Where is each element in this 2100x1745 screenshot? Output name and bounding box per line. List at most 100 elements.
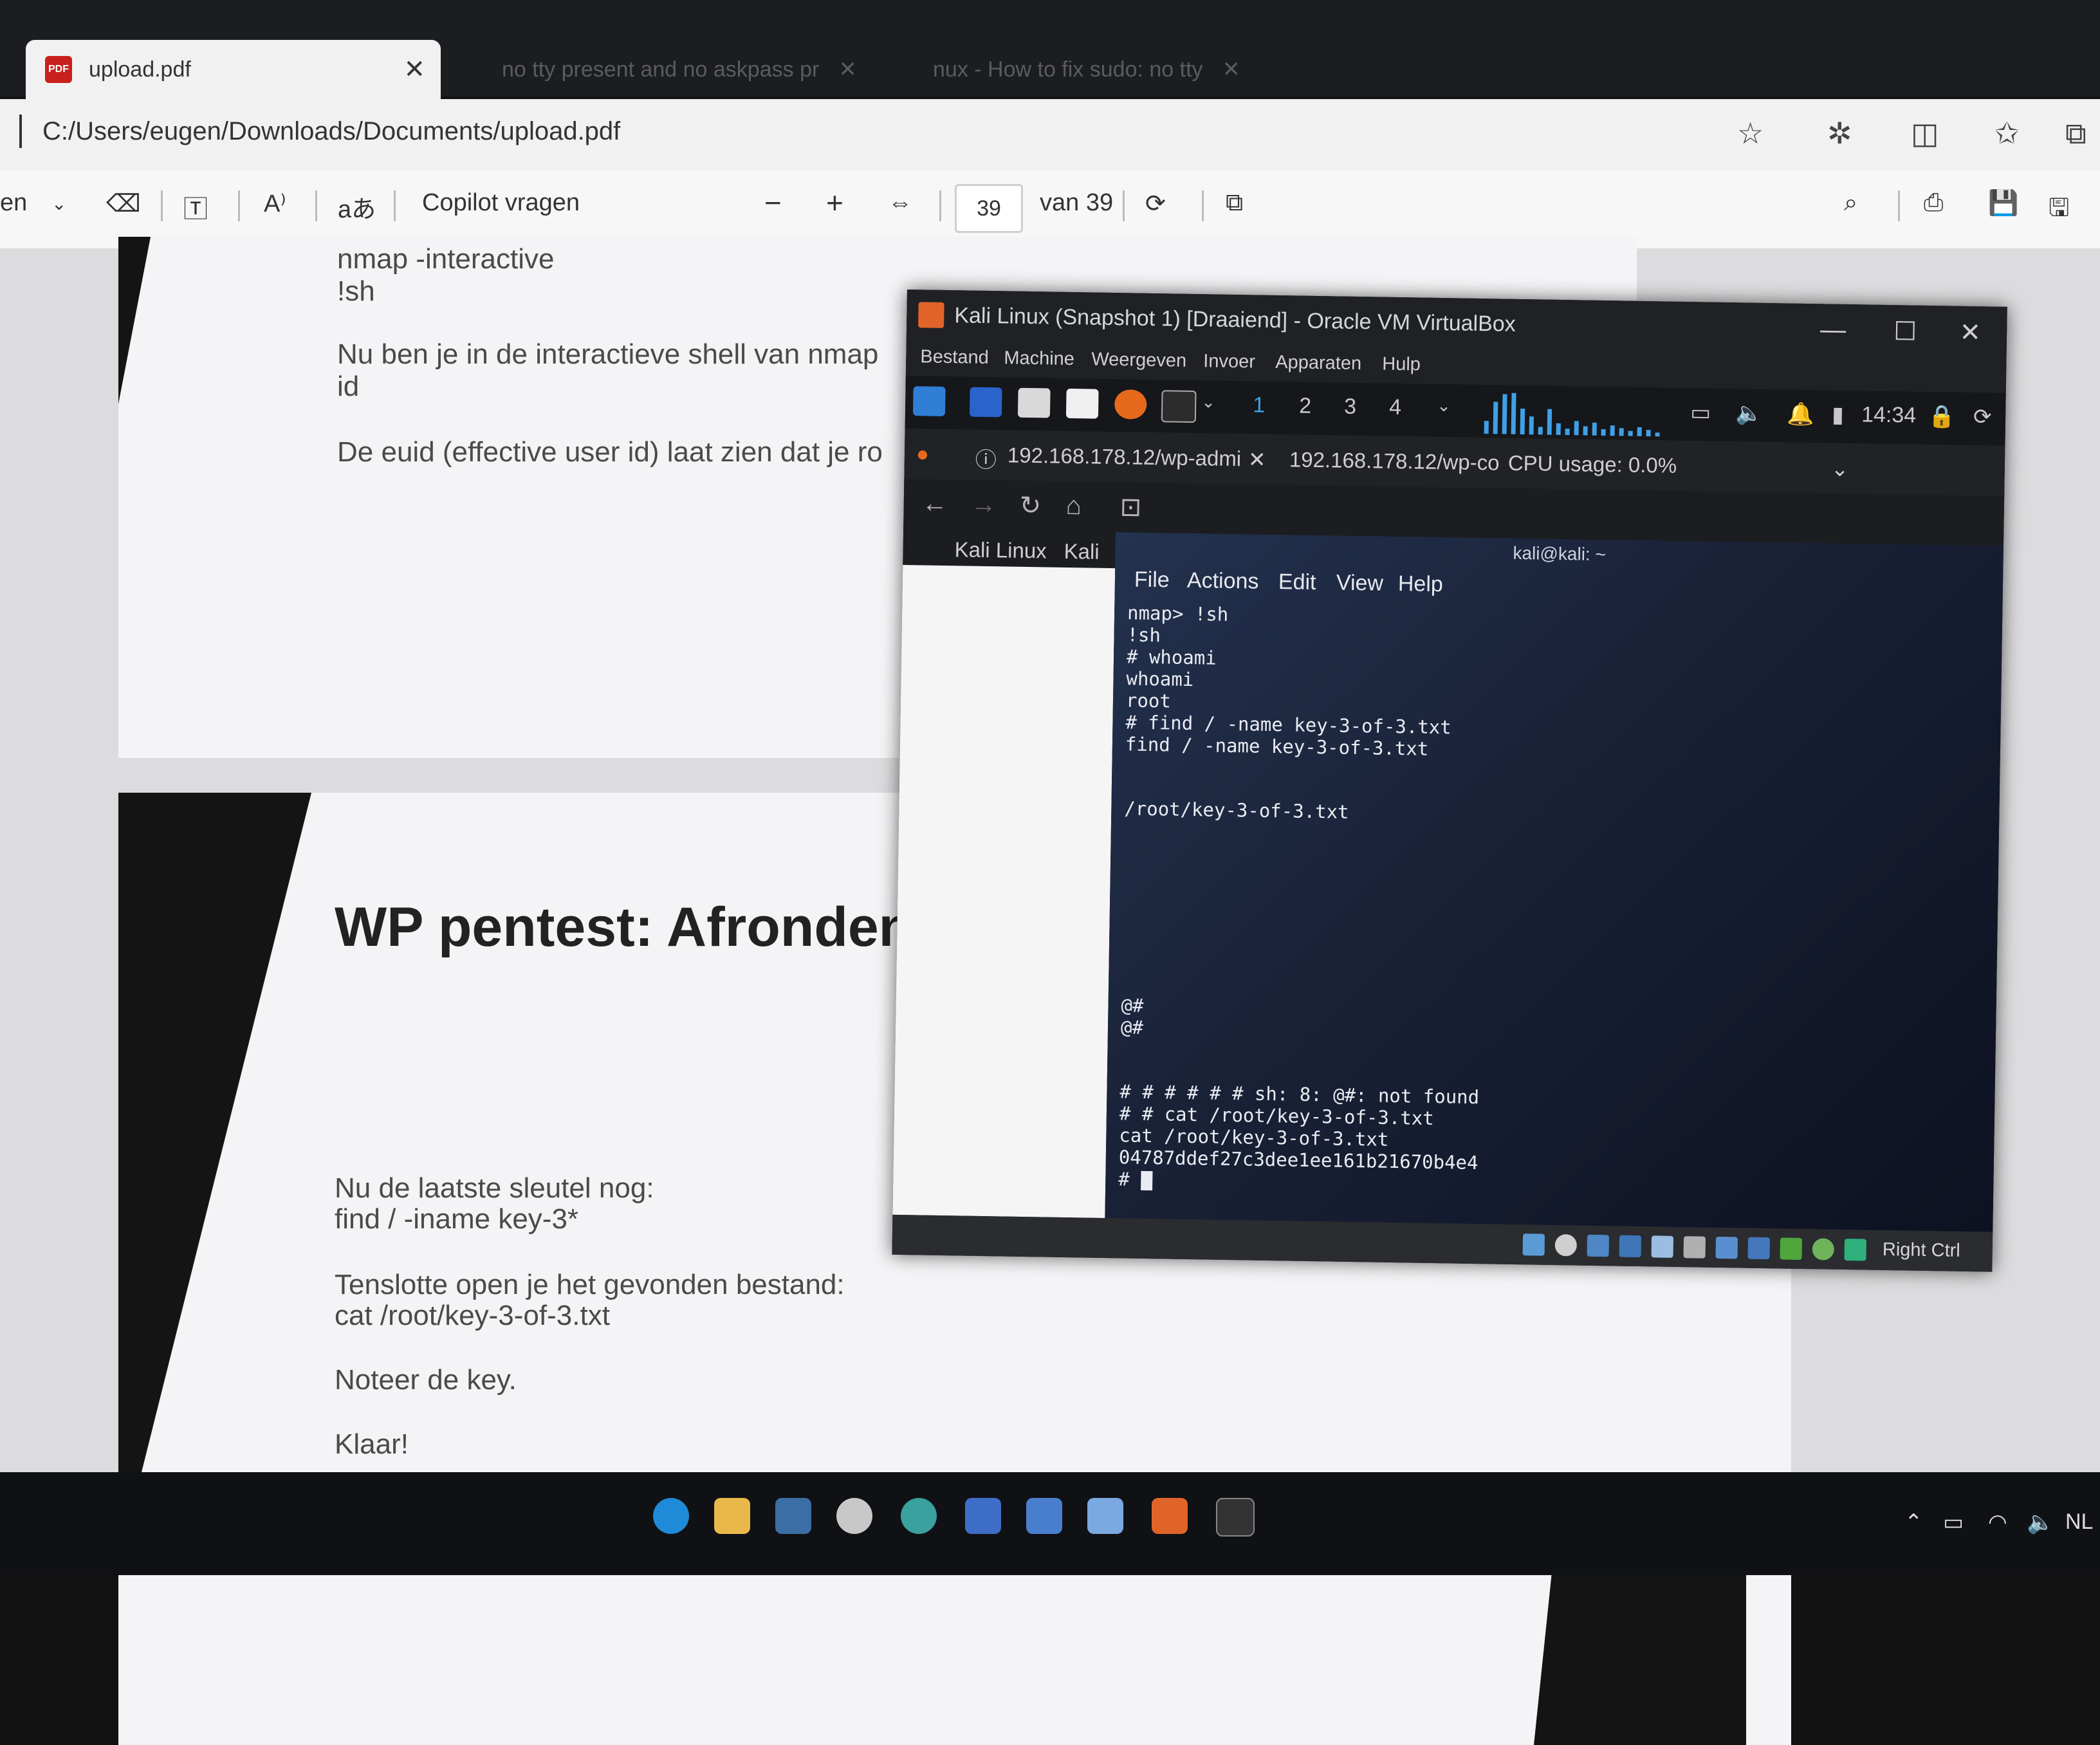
- menu-weergeven[interactable]: Weergeven: [1091, 349, 1186, 372]
- notification-bell-icon[interactable]: 🔔: [1787, 402, 1814, 428]
- chevron-up-icon[interactable]: ⌃: [1904, 1510, 1923, 1535]
- translate-icon[interactable]: aあ: [338, 189, 376, 225]
- app-icon[interactable]: [775, 1498, 811, 1534]
- usb-icon[interactable]: [1651, 1235, 1674, 1258]
- lock-icon[interactable]: 🔒: [1928, 403, 1956, 430]
- split-screen-icon[interactable]: ◫: [1911, 116, 1939, 151]
- terminal-menu-actions[interactable]: Actions: [1187, 568, 1259, 595]
- hard-disk-icon[interactable]: [1522, 1233, 1545, 1256]
- logout-icon[interactable]: ⟳: [1973, 404, 1992, 430]
- terminal-icon[interactable]: [1161, 390, 1197, 423]
- audio-icon[interactable]: [1587, 1234, 1610, 1257]
- reload-icon[interactable]: ↻: [1019, 491, 1041, 521]
- shared-folders-icon[interactable]: [1683, 1236, 1706, 1259]
- save-as-icon[interactable]: 🖫: [2049, 189, 2069, 231]
- collections-icon[interactable]: ⧉: [2065, 116, 2086, 152]
- text-editor-icon[interactable]: [1065, 388, 1099, 419]
- eraser-icon[interactable]: ⌫: [106, 189, 141, 218]
- maximize-icon[interactable]: ☐: [1893, 317, 1917, 347]
- page-number-input[interactable]: 39: [955, 184, 1023, 233]
- optical-drive-icon[interactable]: [1554, 1233, 1578, 1257]
- chevron-down-icon[interactable]: ⌄: [1201, 392, 1215, 412]
- chevron-down-icon[interactable]: ⌄: [51, 193, 66, 214]
- close-icon[interactable]: ✕: [1959, 318, 1981, 348]
- app-icon[interactable]: [836, 1498, 872, 1534]
- extensions-icon[interactable]: ✲: [1827, 116, 1852, 151]
- print-icon[interactable]: ⎙: [1924, 189, 1943, 217]
- tab-no-tty-askpass[interactable]: no tty present and no askpass pr ✕: [502, 40, 857, 99]
- app-icon[interactable]: [1026, 1498, 1062, 1534]
- volume-icon[interactable]: 🔈: [1735, 400, 1763, 427]
- menu-hulp[interactable]: Hulp: [1382, 354, 1421, 376]
- chevron-down-icon[interactable]: ⌄: [1831, 456, 1849, 481]
- minimize-icon[interactable]: —: [1820, 315, 1847, 345]
- firefox-icon[interactable]: [1114, 389, 1147, 420]
- workspace-2[interactable]: 2: [1299, 394, 1312, 419]
- mouse-integration-icon[interactable]: [1812, 1238, 1835, 1260]
- rotate-icon[interactable]: ⟳: [1145, 189, 1166, 218]
- terminal-menu-edit[interactable]: Edit: [1278, 569, 1316, 595]
- search-icon[interactable]: ⌕: [1844, 189, 1857, 217]
- browser-tab-wp-admin[interactable]: 192.168.178.12/wp-admi: [1008, 443, 1242, 471]
- wifi-icon[interactable]: ◠: [1988, 1510, 2007, 1535]
- workspace-1[interactable]: 1: [1253, 392, 1266, 418]
- save-icon[interactable]: 💾: [1988, 189, 2018, 217]
- chevron-down-icon[interactable]: ⌄: [1437, 396, 1451, 416]
- terminal-menu-view[interactable]: View: [1336, 571, 1384, 596]
- copilot-button[interactable]: Copilot vragen: [422, 189, 580, 217]
- app-icon[interactable]: [1087, 1498, 1123, 1534]
- network-icon[interactable]: [1619, 1235, 1642, 1258]
- favorites-icon[interactable]: ✩: [1994, 116, 2020, 151]
- workspace-4[interactable]: 4: [1389, 395, 1402, 420]
- browser-tab-wp-content[interactable]: 192.168.178.12/wp-co: [1289, 447, 1500, 475]
- terminal-prompt[interactable]: #: [1118, 1168, 1153, 1191]
- fit-width-icon[interactable]: ⇔: [888, 189, 912, 217]
- screenshot-icon[interactable]: ⊡: [1119, 492, 1141, 522]
- back-icon[interactable]: ←: [921, 489, 948, 519]
- terminal-menu-file[interactable]: File: [1134, 568, 1170, 593]
- battery-icon[interactable]: ▭: [1943, 1510, 1964, 1535]
- menu-invoer[interactable]: Invoer: [1203, 351, 1255, 373]
- keyboard-icon[interactable]: [1844, 1239, 1867, 1261]
- star-icon[interactable]: ☆: [1737, 116, 1764, 151]
- text-box-icon[interactable]: 🅃: [183, 189, 208, 225]
- terminal-menu-help[interactable]: Help: [1398, 571, 1444, 597]
- show-desktop-icon[interactable]: [969, 387, 1002, 418]
- edge-icon[interactable]: [653, 1498, 689, 1534]
- terminal-window[interactable]: kali@kali: ~ File Actions Edit View Help…: [1105, 532, 2003, 1232]
- zoom-in-button[interactable]: +: [826, 185, 843, 220]
- page-view-icon[interactable]: ⧉: [1226, 189, 1243, 217]
- virtualbox-window[interactable]: Kali Linux (Snapshot 1) [Draaiend] - Ora…: [892, 290, 2007, 1272]
- language-indicator[interactable]: NL: [2065, 1510, 2093, 1535]
- tab-fix-sudo[interactable]: nux - How to fix sudo: no tty ✕: [933, 40, 1240, 99]
- file-explorer-icon[interactable]: [714, 1498, 750, 1534]
- address-input[interactable]: C:/Users/eugen/Downloads/Documents/uploa…: [42, 117, 620, 146]
- tab-upload-pdf[interactable]: PDF upload.pdf ✕: [26, 40, 441, 99]
- read-aloud-icon[interactable]: A⁾: [264, 189, 286, 218]
- terminal-icon[interactable]: [1216, 1498, 1255, 1537]
- close-tab-icon[interactable]: ✕: [403, 55, 425, 84]
- volume-icon[interactable]: 🔈: [2027, 1510, 2054, 1535]
- file-manager-icon[interactable]: [1017, 387, 1051, 418]
- menu-bestand[interactable]: Bestand: [920, 346, 989, 369]
- zoom-out-button[interactable]: −: [764, 185, 782, 220]
- display-icon[interactable]: ▭: [1690, 400, 1711, 425]
- toolbar-left-label[interactable]: en: [0, 189, 27, 217]
- cpu-activity-icon[interactable]: [1780, 1237, 1803, 1260]
- app-icon[interactable]: [901, 1498, 937, 1534]
- home-icon[interactable]: ⌂: [1065, 492, 1082, 521]
- workspace-3[interactable]: 3: [1344, 394, 1357, 420]
- display-icon[interactable]: [1715, 1236, 1738, 1259]
- bookmark-kali-linux[interactable]: Kali Linux: [954, 537, 1047, 563]
- close-tab-icon[interactable]: ✕: [1222, 57, 1241, 82]
- bookmark-kali[interactable]: Kali: [1064, 539, 1100, 564]
- close-tab-icon[interactable]: ✕: [1248, 447, 1266, 472]
- recording-icon[interactable]: [1747, 1237, 1771, 1260]
- app-icon[interactable]: [965, 1498, 1001, 1534]
- forward-icon[interactable]: →: [970, 490, 997, 520]
- virtualbox-icon[interactable]: [1152, 1498, 1188, 1534]
- menu-apparaten[interactable]: Apparaten: [1275, 352, 1361, 374]
- menu-machine[interactable]: Machine: [1004, 347, 1074, 370]
- close-tab-icon[interactable]: ✕: [838, 57, 857, 82]
- kali-menu-icon[interactable]: [912, 386, 946, 416]
